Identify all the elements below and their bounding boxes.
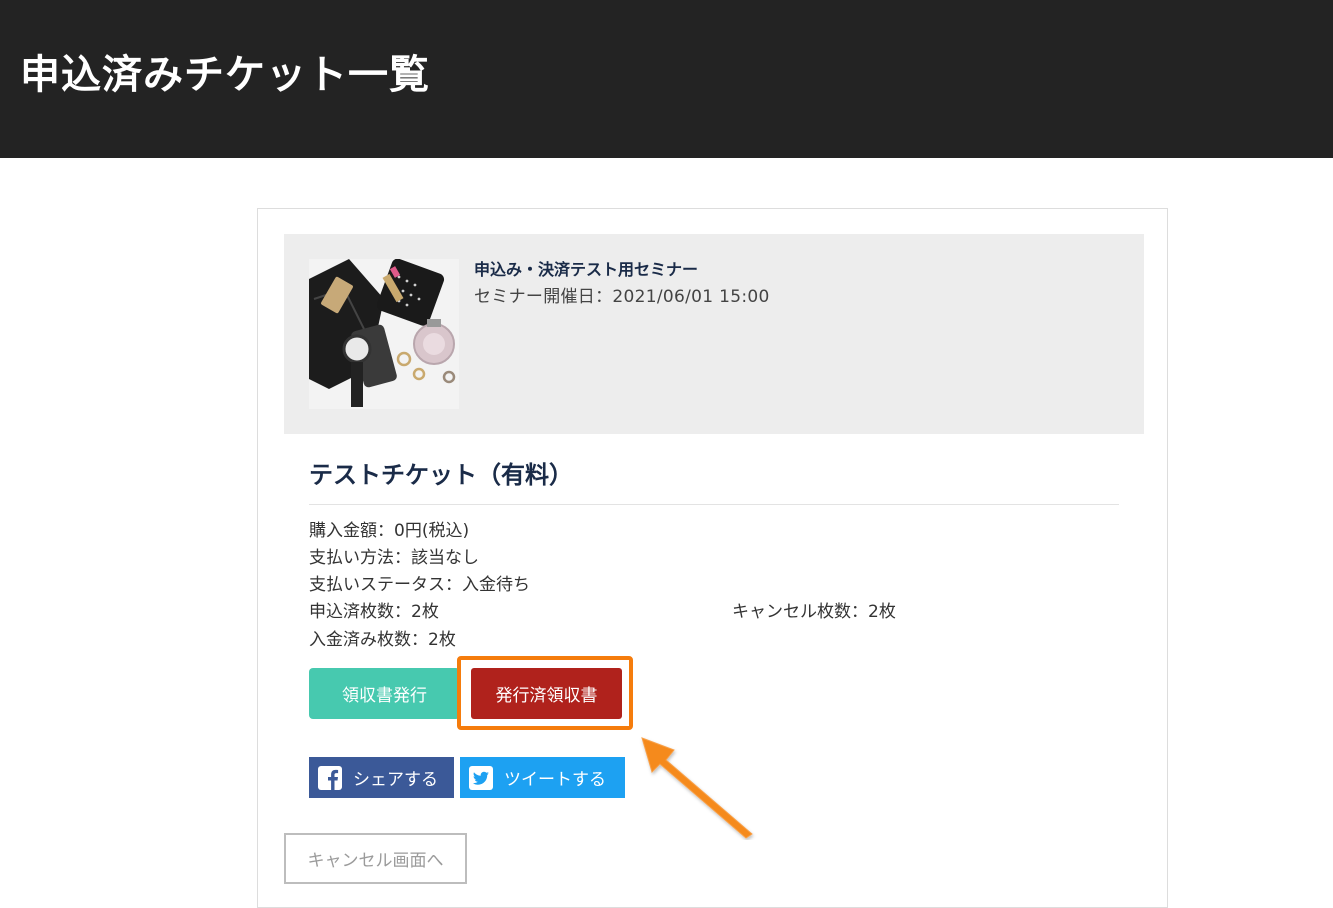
twitter-share-button[interactable]: ツイートする — [460, 757, 625, 798]
event-date: セミナー開催日：2021/06/01 15:00 — [474, 287, 770, 307]
facebook-share-label: シェアする — [353, 770, 438, 790]
payment-method: 支払い方法：該当なし — [309, 548, 479, 568]
facebook-icon — [317, 765, 343, 791]
receipt-issue-button[interactable]: 領収書発行 — [309, 668, 460, 719]
paid-count: 入金済み枚数：2枚 — [309, 630, 456, 650]
arrow-annotation-icon — [641, 737, 753, 839]
twitter-share-label: ツイートする — [504, 770, 606, 790]
issued-receipt-button[interactable]: 発行済領収書 — [471, 668, 622, 719]
page-title: 申込済みチケット一覧 — [20, 52, 430, 98]
event-name: 申込み・決済テスト用セミナー — [474, 260, 699, 279]
cancel-page-button[interactable]: キャンセル画面へ — [284, 833, 467, 884]
divider — [309, 504, 1119, 505]
cancel-count: キャンセル枚数：2枚 — [732, 602, 896, 622]
ticket-title: テストチケット（有料） — [309, 461, 573, 489]
page-header: 申込済みチケット一覧 — [0, 0, 1333, 158]
purchase-amount: 購入金額：0円(税込) — [309, 521, 470, 541]
twitter-icon — [468, 765, 494, 791]
event-thumbnail — [309, 259, 459, 409]
facebook-share-button[interactable]: シェアする — [309, 757, 454, 798]
applied-count: 申込済枚数：2枚 — [309, 602, 439, 622]
payment-status: 支払いステータス：入金待ち — [309, 575, 530, 595]
